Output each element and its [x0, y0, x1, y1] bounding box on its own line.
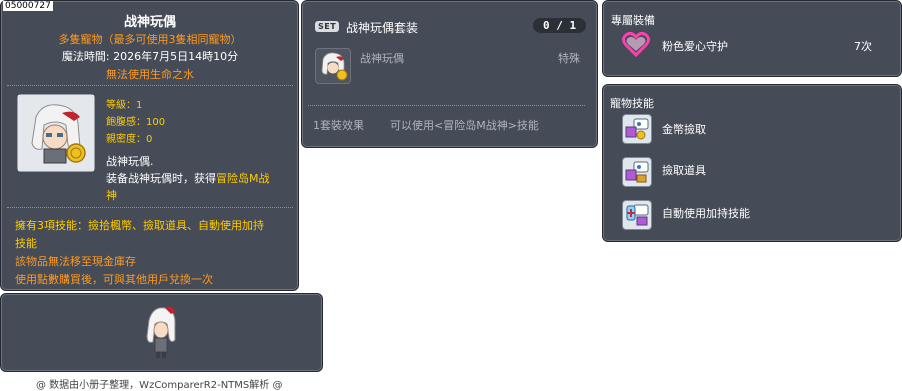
item-tooltip-panel: 05000727 战神玩偶 多隻寵物（最多可使用3隻相同寵物） 魔法時間: 20…: [0, 0, 299, 291]
item-description-3: 神: [106, 189, 117, 202]
skills-note-1: 擁有3項技能：撿拾楓幣、撿取道具、自動使用加持: [15, 219, 264, 232]
skill-label: 撿取道具: [662, 164, 706, 177]
stat-fullness: 飽腹感：100: [106, 117, 166, 128]
magic-time: 魔法時間: 2026年7月5日14時10分: [61, 50, 239, 63]
skill-label: 金幣撿取: [662, 123, 706, 136]
exclusive-equip-panel: 專屬裝備 粉色爱心守护 7次: [602, 0, 902, 77]
exclusive-item-name: 粉色爱心守护: [662, 40, 728, 53]
stat-level: 等級：1: [106, 100, 143, 111]
footer-credit: @ 数据由小册子整理，WzComparerR2-NTMS解析 @: [36, 380, 283, 391]
item-name: 战神玩偶: [123, 15, 176, 30]
exclusive-equip-title: 專屬裝備: [611, 14, 655, 27]
set-piece-type: 特殊: [558, 52, 580, 65]
divider: [7, 85, 293, 86]
avatar-preview-panel: [0, 293, 323, 372]
skill-label: 自動使用加持技能: [662, 207, 750, 220]
set-effect-text: 可以使用<冒险岛M战神>技能: [390, 119, 539, 132]
pet-doll-icon: [321, 52, 348, 81]
description-prefix: 装备战神玩偶时，获得: [106, 172, 216, 185]
stat-closeness: 親密度：0: [106, 134, 153, 145]
pet-doll-icon: [18, 95, 94, 171]
auto-buff-icon: [622, 200, 652, 230]
no-life-water: 無法使用生命之水: [106, 68, 194, 81]
set-count: 0 / 1: [533, 18, 587, 33]
set-piece-icon: [315, 48, 351, 84]
set-info-panel: SET 战神玩偶套装 0 / 1 战神玩偶 特殊 1套裝效果 可以使用<冒险岛M…: [301, 0, 598, 148]
set-badge: SET: [315, 21, 340, 32]
set-name: 战神玩偶套装: [346, 21, 419, 35]
divider: [7, 207, 293, 208]
pet-rule: 多隻寵物（最多可使用3隻相同寵物）: [58, 33, 242, 46]
storage-note: 該物品無法移至現金庫存: [15, 255, 136, 268]
item-description-2: 装备战神玩偶时，获得冒险岛M战: [106, 170, 270, 186]
divider: [308, 105, 585, 106]
coin-pickup-icon: [622, 114, 652, 144]
set-piece-name: 战神玩偶: [360, 52, 404, 65]
pet-skills-panel: 寵物技能 金幣撿取 撿取道具 自動使用加持技能: [602, 84, 902, 242]
exclusive-item-count: 7次: [854, 40, 872, 53]
item-id: 05000727: [3, 1, 53, 11]
item-icon-box: [17, 94, 95, 172]
skills-note-2: 技能: [15, 237, 37, 250]
description-highlight: 冒险岛M战: [216, 172, 270, 185]
pet-skills-title: 寵物技能: [610, 97, 654, 110]
pink-heart-icon: [622, 32, 650, 58]
item-description-1: 战神玩偶.: [106, 155, 154, 168]
pet-avatar-sprite: [146, 306, 176, 358]
item-pickup-icon: [622, 157, 652, 187]
trade-note: 使用點數購買後，可與其他用戶兌換一次: [15, 273, 213, 286]
set-effect-label: 1套裝效果: [313, 119, 364, 132]
